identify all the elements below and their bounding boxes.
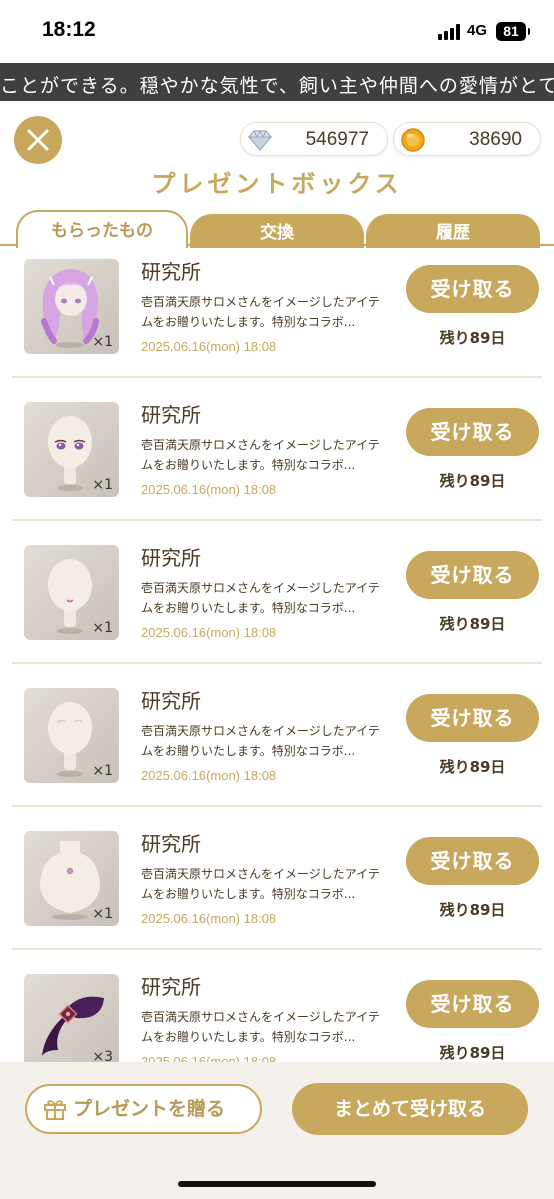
- item-description: 壱百満天原サロメさんをイメージしたアイテムをお贈りいたします。特別なコラボ...: [141, 295, 380, 329]
- list-item: ×1 研究所 壱百満天原サロメさんをイメージしたアイテムをお贈りいたします。特別…: [0, 389, 554, 532]
- status-bar: 18:12 4G 81: [0, 0, 554, 62]
- diamond-count: 546977: [305, 129, 369, 150]
- item-sender: 研究所: [141, 832, 201, 856]
- row-divider: [12, 662, 542, 664]
- tab-bar: もらったもの 交換 履歴: [0, 210, 554, 248]
- item-description: 壱百満天原サロメさんをイメージしたアイテムをお贈りいたします。特別なコラボ...: [141, 867, 380, 901]
- send-present-label: プレゼントを贈る: [73, 1098, 226, 1120]
- item-date: 2025.06.16(mon) 18:08: [141, 625, 277, 640]
- list-item: ×1 研究所 壱百満天原サロメさんをイメージしたアイテムをお贈りいたします。特別…: [0, 532, 554, 675]
- tab-received[interactable]: もらったもの: [16, 210, 188, 248]
- item-quantity: ×3: [92, 1049, 113, 1062]
- list-item: ×3 研究所 壱百満天原サロメさんをイメージしたアイテムをお贈りいたします。特別…: [0, 961, 554, 1062]
- news-ticker: ことができる。穏やかな気性で、飼い主や仲間への愛情がとても深い: [0, 63, 554, 101]
- receive-button[interactable]: 受け取る: [406, 837, 539, 885]
- item-thumbnail: ×1: [24, 402, 119, 497]
- item-description: 壱百満天原サロメさんをイメージしたアイテムをお贈りいたします。特別なコラボ...: [141, 724, 380, 758]
- footer-bar: プレゼントを贈る まとめて受け取る: [0, 1062, 554, 1199]
- remaining-days: 残り89日: [439, 1044, 506, 1062]
- item-date: 2025.06.16(mon) 18:08: [141, 339, 277, 354]
- tab-exchange[interactable]: 交換: [190, 214, 364, 248]
- row-divider: [12, 805, 542, 807]
- item-sender: 研究所: [141, 403, 201, 427]
- receive-button[interactable]: 受け取る: [406, 408, 539, 456]
- receive-button[interactable]: 受け取る: [406, 694, 539, 742]
- battery-icon: 81: [496, 22, 530, 41]
- item-sender: 研究所: [141, 689, 201, 713]
- receive-button[interactable]: 受け取る: [406, 551, 539, 599]
- remaining-days: 残り89日: [439, 615, 506, 633]
- network-label: 4G: [467, 22, 488, 39]
- home-indicator[interactable]: [178, 1181, 376, 1187]
- receive-button[interactable]: 受け取る: [406, 980, 539, 1028]
- item-date: 2025.06.16(mon) 18:08: [141, 768, 277, 783]
- tab-history[interactable]: 履歴: [366, 214, 540, 248]
- item-thumbnail: ×1: [24, 259, 119, 354]
- item-thumbnail: ×3: [24, 974, 119, 1062]
- row-divider: [12, 948, 542, 950]
- receive-button[interactable]: 受け取る: [406, 265, 539, 313]
- coin-count: 38690: [469, 129, 522, 150]
- item-thumbnail: ×1: [24, 688, 119, 783]
- item-sender: 研究所: [141, 260, 201, 284]
- item-quantity: ×1: [92, 763, 113, 779]
- row-divider: [12, 519, 542, 521]
- remaining-days: 残り89日: [439, 901, 506, 919]
- coin-balance: 38690: [393, 122, 541, 156]
- item-thumbnail: ×1: [24, 831, 119, 926]
- diamond-balance: 546977: [240, 122, 388, 156]
- item-date: 2025.06.16(mon) 18:08: [141, 482, 277, 497]
- list-item: ×1 研究所 壱百満天原サロメさんをイメージしたアイテムをお贈りいたします。特別…: [0, 675, 554, 818]
- item-quantity: ×1: [92, 906, 113, 922]
- ticker-text: ことができる。穏やかな気性で、飼い主や仲間への愛情がとても深い: [0, 75, 554, 97]
- item-description: 壱百満天原サロメさんをイメージしたアイテムをお贈りいたします。特別なコラボ...: [141, 1010, 380, 1044]
- status-time: 18:12: [42, 18, 96, 41]
- item-description: 壱百満天原サロメさんをイメージしたアイテムをお贈りいたします。特別なコラボ...: [141, 438, 380, 472]
- list-item: ×1 研究所 壱百満天原サロメさんをイメージしたアイテムをお贈りいたします。特別…: [0, 818, 554, 961]
- remaining-days: 残り89日: [439, 758, 506, 776]
- close-button[interactable]: [14, 116, 62, 164]
- signal-icon: [438, 24, 462, 40]
- item-date: 2025.06.16(mon) 18:08: [141, 911, 277, 926]
- item-quantity: ×1: [92, 620, 113, 636]
- item-quantity: ×1: [92, 334, 113, 350]
- close-icon: [27, 129, 49, 151]
- item-quantity: ×1: [92, 477, 113, 493]
- remaining-days: 残り89日: [439, 472, 506, 490]
- coin-icon: [401, 128, 425, 152]
- item-sender: 研究所: [141, 546, 201, 570]
- remaining-days: 残り89日: [439, 329, 506, 347]
- diamond-icon: [247, 129, 273, 151]
- item-thumbnail: ×1: [24, 545, 119, 640]
- item-description: 壱百満天原サロメさんをイメージしたアイテムをお贈りいたします。特別なコラボ...: [141, 581, 380, 615]
- present-list[interactable]: ×1 研究所 壱百満天原サロメさんをイメージしたアイテムをお贈りいたします。特別…: [0, 246, 554, 1062]
- send-present-button[interactable]: プレゼントを贈る: [25, 1084, 262, 1134]
- row-divider: [12, 376, 542, 378]
- gift-icon: [44, 1100, 66, 1120]
- claim-all-button[interactable]: まとめて受け取る: [292, 1083, 528, 1135]
- list-item: ×1 研究所 壱百満天原サロメさんをイメージしたアイテムをお贈りいたします。特別…: [0, 246, 554, 389]
- item-sender: 研究所: [141, 975, 201, 999]
- item-date: 2025.06.16(mon) 18:08: [141, 1054, 277, 1062]
- page-title: プレゼントボックス: [151, 170, 403, 198]
